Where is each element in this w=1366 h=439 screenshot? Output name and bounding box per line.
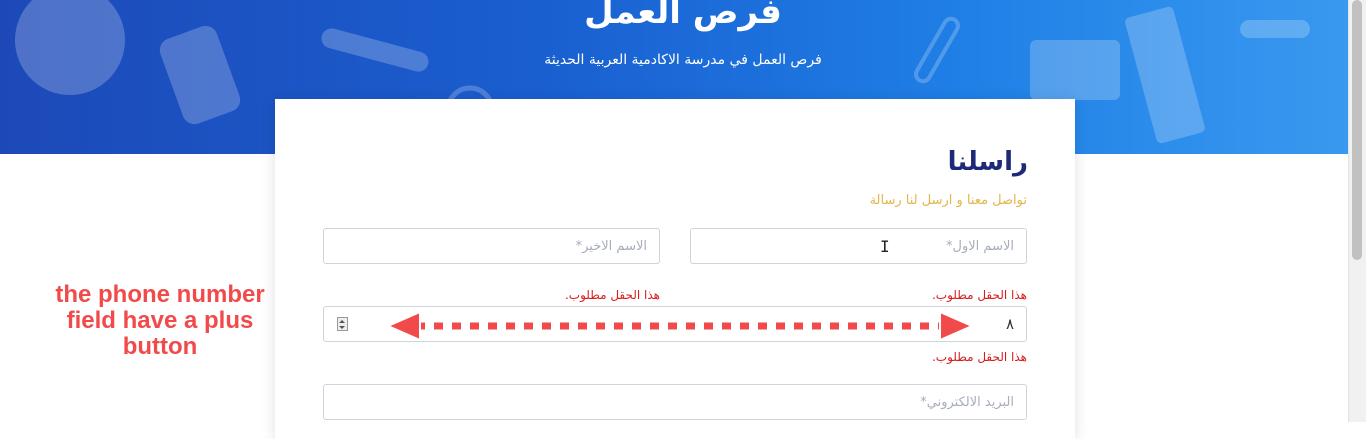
form-subtitle: تواصل معنا و ارسل لنا رسالة bbox=[869, 193, 1027, 208]
number-spinner-button[interactable] bbox=[337, 317, 348, 331]
annotation-line-3: button bbox=[122, 333, 198, 360]
phone-value: ٨ bbox=[1005, 315, 1014, 333]
double-headed-arrow-annotation bbox=[385, 310, 975, 342]
last-name-field[interactable] bbox=[323, 228, 660, 264]
phone-error: هذا الحقل مطلوب. bbox=[931, 350, 1027, 364]
last-name-error: هذا الحقل مطلوب. bbox=[564, 288, 660, 302]
spinner-up-icon[interactable] bbox=[339, 320, 345, 323]
text-cursor-icon: I bbox=[880, 237, 890, 256]
email-input[interactable] bbox=[324, 385, 1026, 419]
form-title: راسلنا bbox=[947, 147, 1028, 177]
scrollbar-thumb[interactable] bbox=[1352, 0, 1362, 260]
first-name-error: هذا الحقل مطلوب. bbox=[931, 288, 1027, 302]
annotation-line-2: field have a plus bbox=[66, 307, 254, 334]
first-name-field[interactable] bbox=[690, 228, 1027, 264]
email-field[interactable] bbox=[323, 384, 1027, 420]
page-title: فرص العمل bbox=[584, 0, 782, 32]
page-subtitle: فرص العمل في مدرسة الاكادمية العربية الح… bbox=[544, 52, 822, 68]
annotation-note: the phone number field have a plus butto… bbox=[30, 282, 290, 360]
page-scrollbar[interactable] bbox=[1348, 0, 1366, 422]
spinner-down-icon[interactable] bbox=[339, 326, 345, 329]
last-name-input[interactable] bbox=[324, 229, 659, 263]
first-name-input[interactable] bbox=[691, 229, 1026, 263]
annotation-line-1: the phone number bbox=[55, 281, 265, 308]
